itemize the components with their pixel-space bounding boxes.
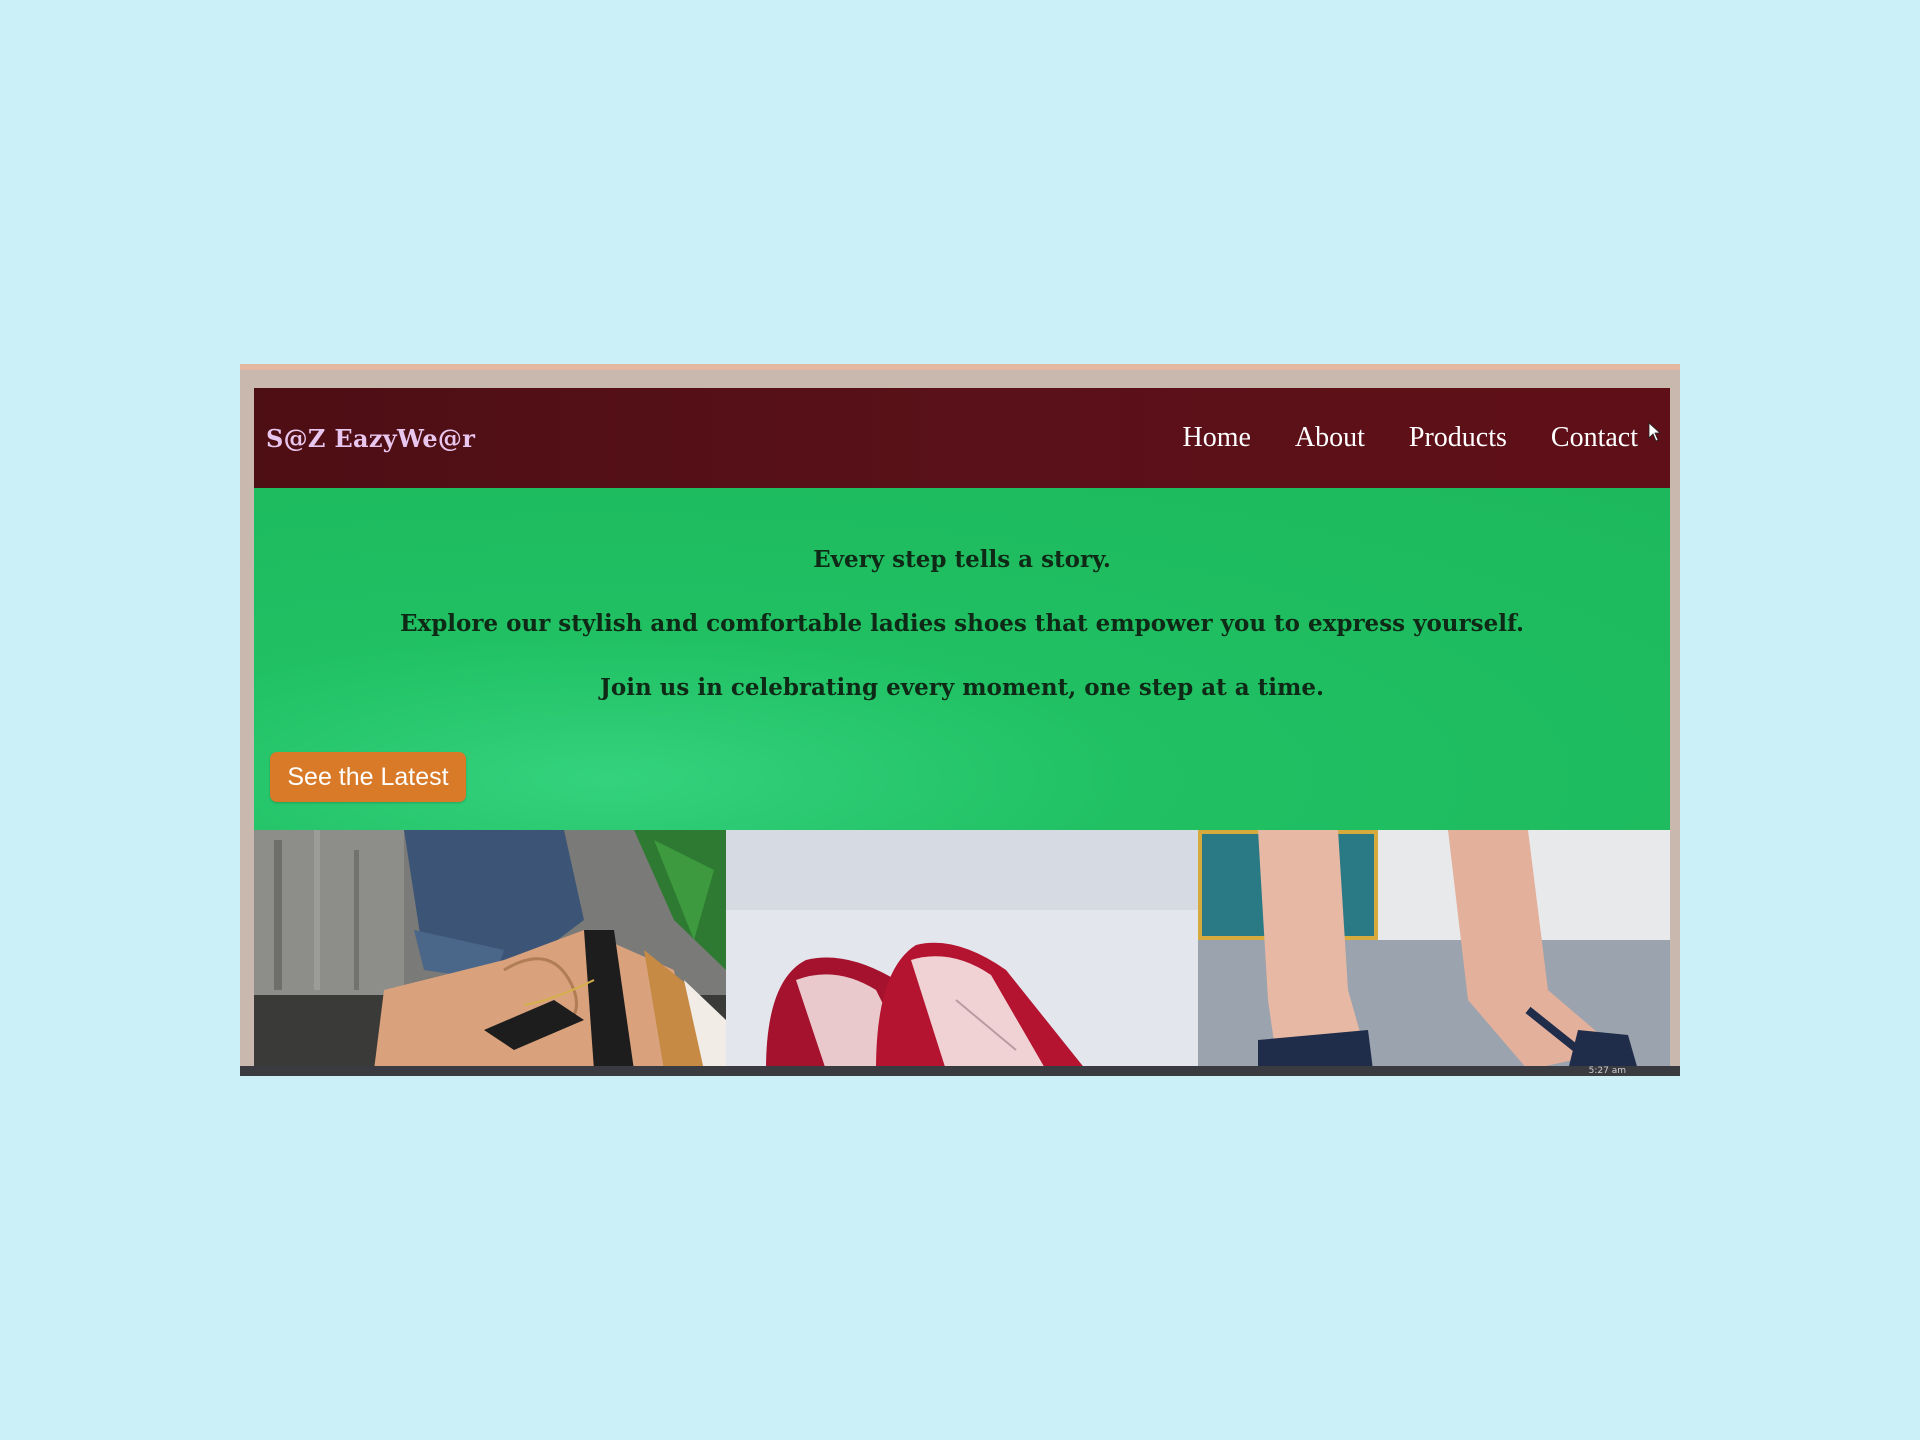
hero-tagline: Every step tells a story.: [813, 546, 1111, 573]
taskbar-clock: 5:27 am: [1588, 1066, 1626, 1076]
see-latest-button[interactable]: See the Latest: [270, 752, 466, 802]
nav-link-contact[interactable]: Contact: [1551, 422, 1638, 454]
hero-invitation: Join us in celebrating every moment, one…: [599, 674, 1325, 701]
product-gallery: [254, 830, 1670, 1070]
nav-link-products[interactable]: Products: [1409, 422, 1507, 454]
navbar: S@Z EazyWe@r Home About Products Contact: [254, 388, 1670, 488]
hero-section: Every step tells a story. Explore our st…: [254, 488, 1670, 830]
web-page: S@Z EazyWe@r Home About Products Contact…: [254, 388, 1670, 1070]
monitor-screen: S@Z EazyWe@r Home About Products Contact…: [240, 364, 1680, 1076]
nav-link-home[interactable]: Home: [1182, 422, 1250, 454]
os-taskbar: 5:27 am: [240, 1066, 1680, 1076]
red-flats-photo[interactable]: [726, 830, 1198, 1070]
mouse-pointer-icon: [1648, 422, 1662, 442]
nav-link-about[interactable]: About: [1295, 422, 1365, 454]
sandal-photo[interactable]: [254, 830, 726, 1070]
hero-description: Explore our stylish and comfortable ladi…: [399, 610, 1525, 637]
brand-logo[interactable]: S@Z EazyWe@r: [266, 424, 475, 453]
flip-flops-photo[interactable]: [1198, 830, 1670, 1070]
nav-links: Home About Products Contact: [1182, 422, 1638, 454]
